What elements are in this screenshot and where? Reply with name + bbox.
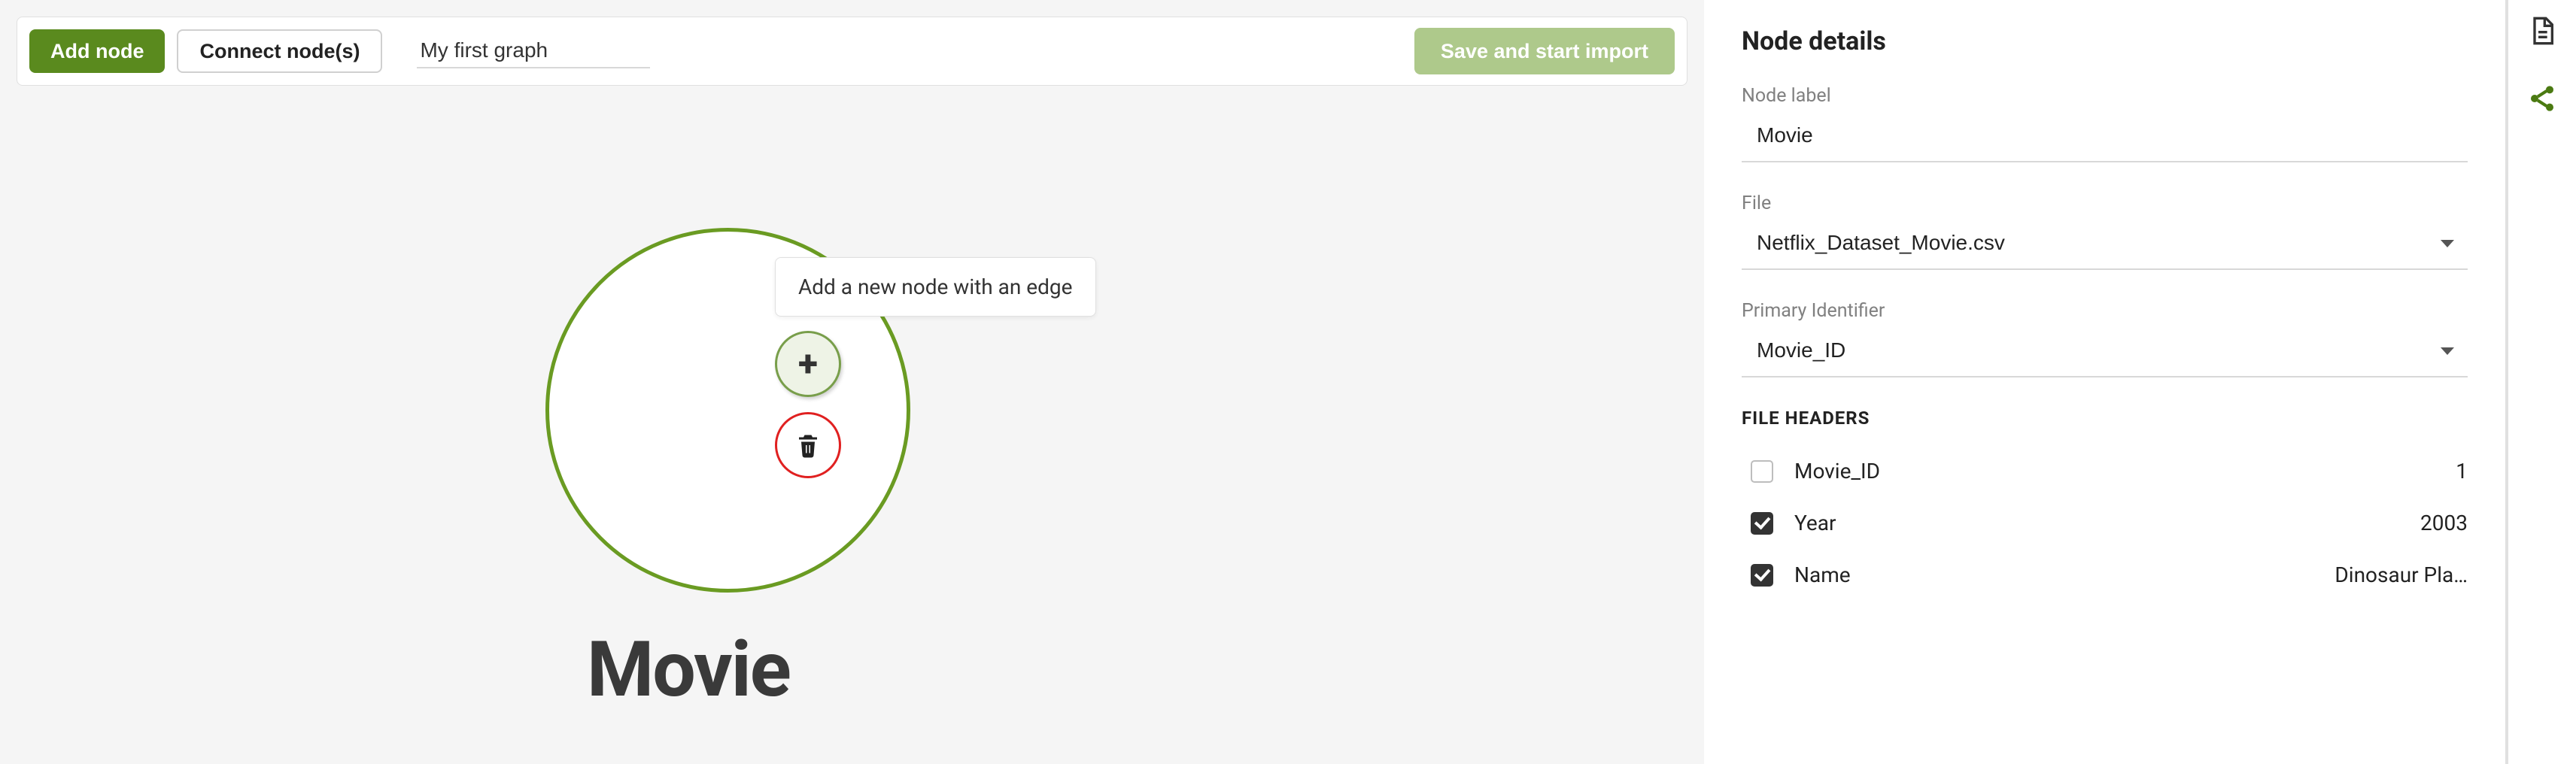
share-icon[interactable] [2525, 81, 2559, 116]
header-checkbox[interactable] [1751, 460, 1773, 483]
node-label-caption: Node label [1742, 85, 2468, 107]
file-header-row: NameDinosaur Pla… [1742, 549, 2468, 601]
header-name: Name [1794, 562, 2334, 587]
chevron-down-icon [2441, 240, 2454, 247]
node-details-panel: Node details Node label File Primary Ide… [1704, 0, 2508, 764]
node-label-input[interactable] [1742, 110, 2468, 162]
delete-node-button[interactable] [775, 412, 841, 478]
add-node-button[interactable]: Add node [29, 29, 165, 73]
header-sample-value: 2003 [2420, 511, 2468, 535]
graph-canvas[interactable]: Add node Connect node(s) Save and start … [0, 0, 1704, 764]
trash-icon [794, 430, 822, 460]
file-select[interactable] [1742, 217, 2468, 270]
header-name: Movie_ID [1794, 459, 2456, 484]
field-primary-id: Primary Identifier [1742, 300, 2468, 377]
tooltip-add-edge: Add a new node with an edge [775, 257, 1096, 317]
file-caption: File [1742, 193, 2468, 214]
file-headers-title: FILE HEADERS [1742, 408, 2468, 429]
connect-nodes-button[interactable]: Connect node(s) [177, 29, 382, 73]
chevron-down-icon [2441, 347, 2454, 355]
add-connected-node-button[interactable]: + [775, 331, 841, 397]
header-checkbox[interactable] [1751, 564, 1773, 587]
right-sidebar [2508, 0, 2576, 764]
header-sample-value: 1 [2456, 459, 2468, 484]
document-icon[interactable] [2525, 14, 2559, 48]
panel-title: Node details [1742, 26, 2468, 56]
primary-id-select[interactable] [1742, 325, 2468, 377]
file-header-row: Movie_ID1 [1742, 445, 2468, 497]
graph-name-input[interactable] [417, 34, 650, 68]
header-name: Year [1794, 511, 2420, 535]
plus-icon: + [798, 346, 818, 382]
node-movie-label: Movie [587, 624, 790, 714]
toolbar: Add node Connect node(s) Save and start … [17, 17, 1687, 86]
primary-id-caption: Primary Identifier [1742, 300, 2468, 322]
field-file: File [1742, 193, 2468, 270]
file-headers-list: Movie_ID1Year2003NameDinosaur Pla… [1742, 445, 2468, 601]
save-start-import-button[interactable]: Save and start import [1414, 28, 1675, 74]
field-node-label: Node label [1742, 85, 2468, 162]
file-header-row: Year2003 [1742, 497, 2468, 549]
header-checkbox[interactable] [1751, 512, 1773, 535]
header-sample-value: Dinosaur Pla… [2334, 562, 2468, 587]
